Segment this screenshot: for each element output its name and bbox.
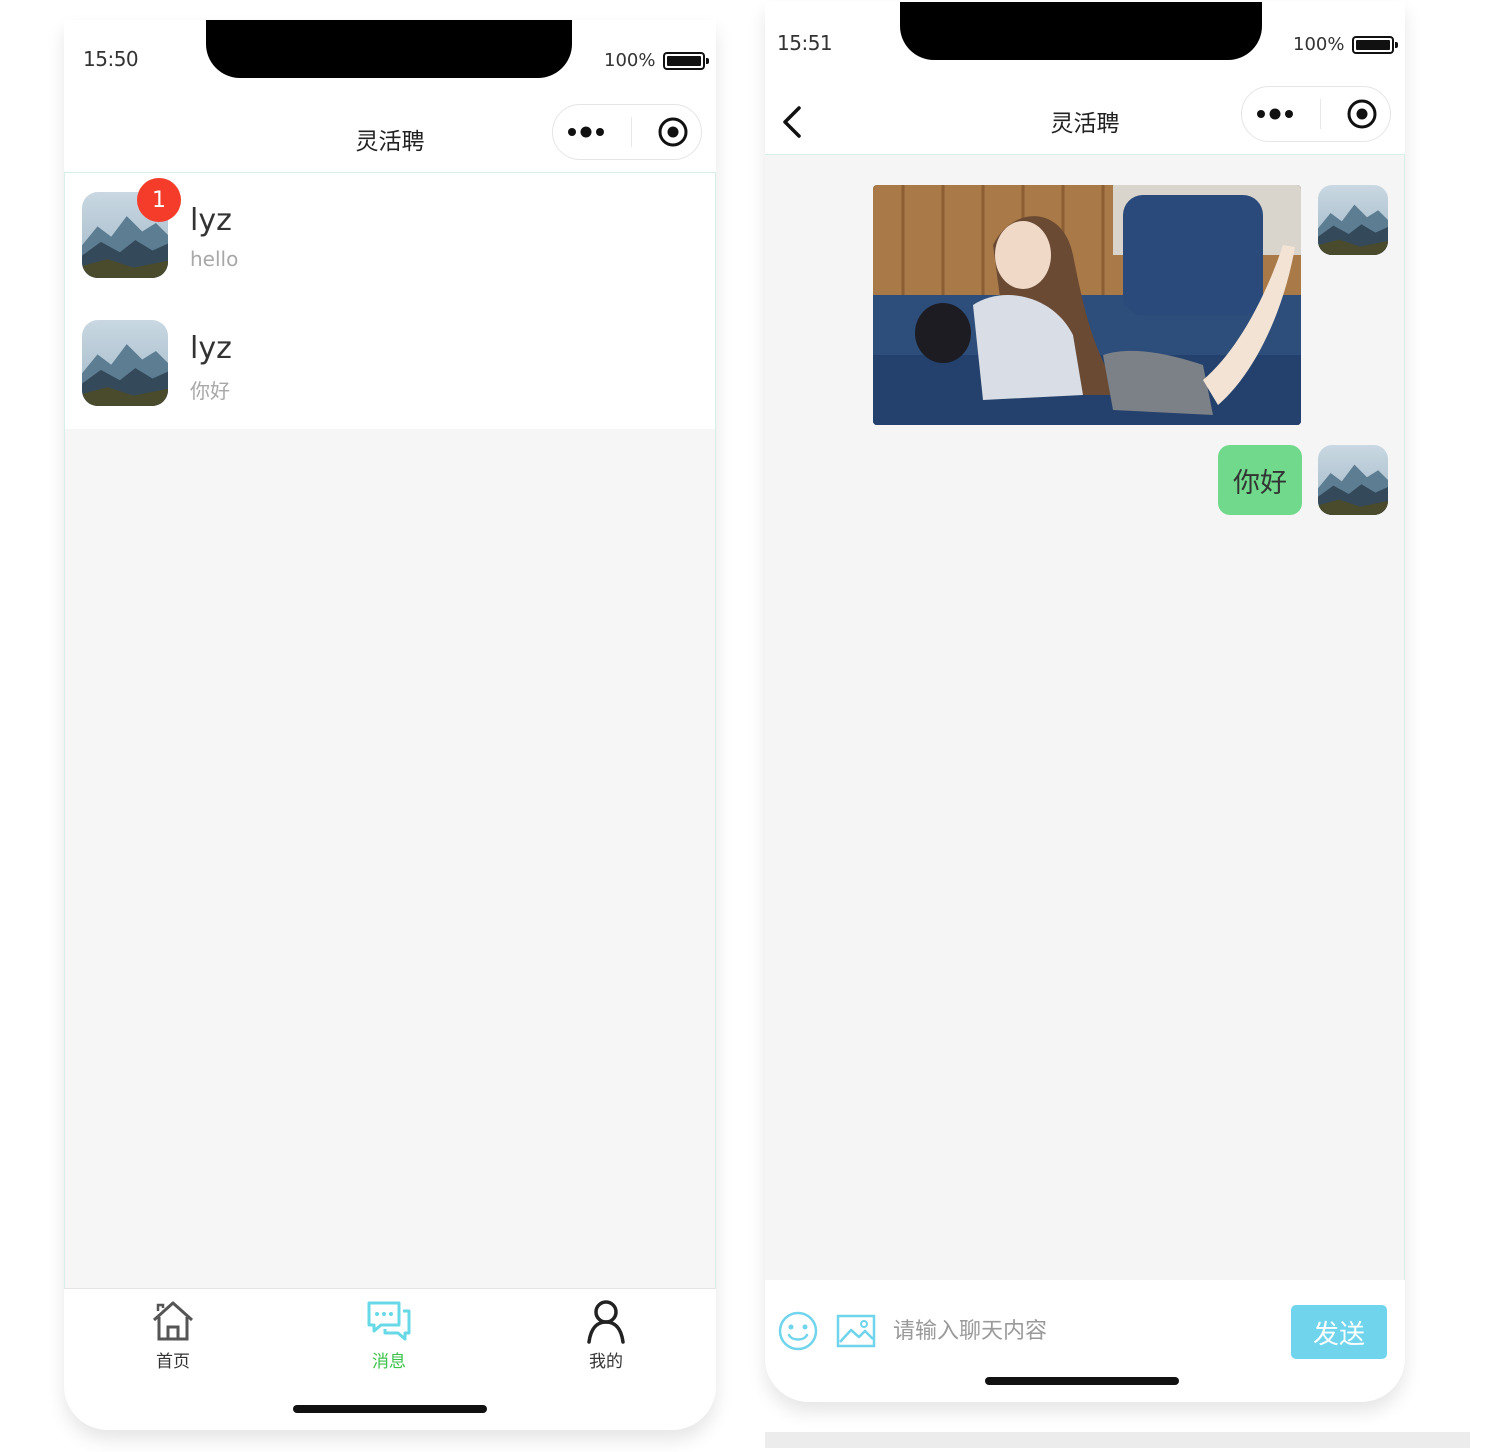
device-notch [900,2,1262,60]
chat-messages: 你好 [765,154,1405,1280]
message-preview: 你好 [190,379,230,403]
miniprogram-capsule [1241,86,1391,142]
conversation-area: 1 lyz hello lyz 你好 [64,172,716,1288]
avatar [1318,445,1388,515]
more-icon[interactable] [566,125,606,139]
contact-name: lyz [190,331,232,366]
send-button[interactable]: 发送 [1291,1305,1387,1359]
avatar [82,320,168,406]
battery-icon [1352,35,1399,54]
avatar [1318,185,1388,255]
home-indicator [985,1377,1179,1385]
battery-icon [663,51,710,70]
battery-percent: 100% [604,50,656,71]
image-message[interactable] [873,185,1301,425]
profile-icon [587,1300,625,1344]
status-battery: 100% [1293,34,1399,55]
divider [765,1432,1470,1448]
message-icon [367,1301,411,1341]
miniprogram-capsule [552,104,702,160]
more-icon[interactable] [1255,107,1295,121]
chat-screen: 15:51 100% 灵活聘 你好 请输入聊天内容 发送 [765,2,1405,1402]
inbox-screen: 15:50 100% 灵活聘 1 lyz hello lyz 你好 首页 消息 … [64,20,716,1430]
tab-label: 消息 [372,1352,406,1372]
tab-label: 首页 [156,1352,190,1372]
status-time: 15:51 [777,31,833,55]
contact-name: lyz [190,203,232,238]
close-target-icon[interactable] [657,116,689,148]
battery-percent: 100% [1293,34,1345,55]
tab-messages[interactable]: 消息 [334,1297,444,1372]
close-target-icon[interactable] [1346,98,1378,130]
unread-badge: 1 [137,178,181,222]
status-battery: 100% [604,50,710,71]
text-message: 你好 [1218,445,1302,515]
tab-label: 我的 [589,1352,623,1372]
tab-home[interactable]: 首页 [118,1297,228,1372]
chat-input[interactable] [893,1310,1273,1352]
conversation-item[interactable]: lyz 你好 [65,301,715,429]
status-time: 15:50 [83,47,139,71]
conversation-item[interactable]: 1 lyz hello [65,173,715,301]
device-notch [206,20,572,78]
emoji-icon[interactable] [777,1310,819,1352]
home-indicator [293,1405,487,1413]
conversation-list: 1 lyz hello lyz 你好 [65,173,715,429]
home-icon [152,1301,194,1341]
image-upload-icon[interactable] [835,1310,877,1352]
message-preview: hello [190,247,239,271]
tab-profile[interactable]: 我的 [551,1297,661,1372]
